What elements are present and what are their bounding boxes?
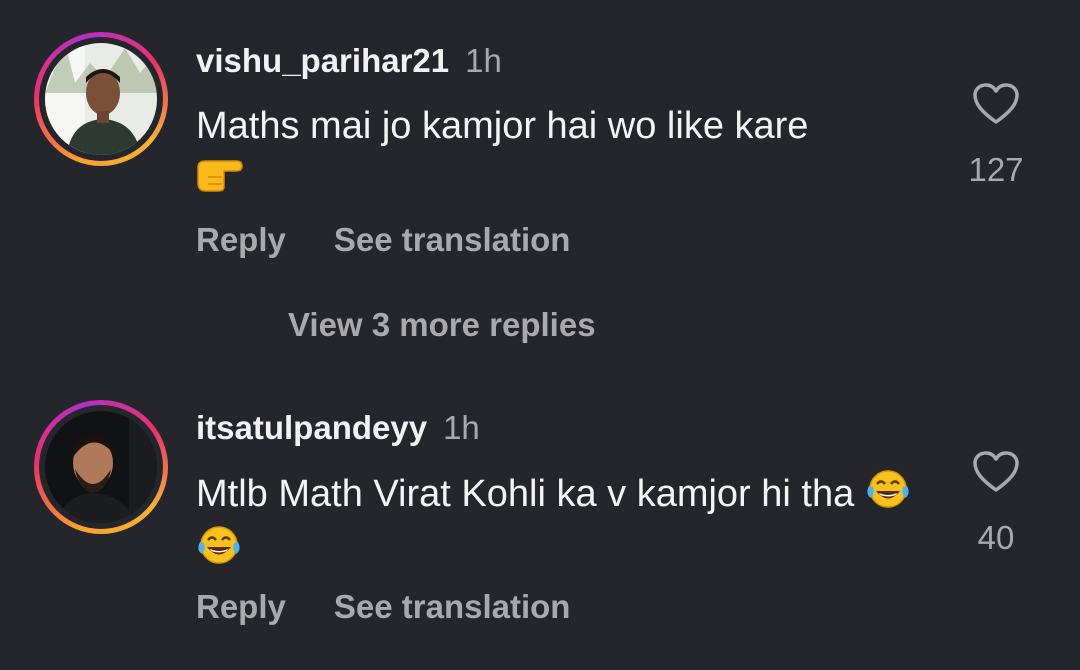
comments-screen: vishu_parihar21 1h Maths mai jo kamjor ha… [0,0,1080,670]
view-more-replies-button[interactable]: View 3 more replies [288,305,596,345]
comment-actions: Reply See translation [196,220,570,260]
like-count: 127 [968,151,1024,188]
avatar[interactable] [45,411,157,523]
comment-text: Mtlb Math Virat Kohli ka v kamjor hi tha [196,473,855,516]
see-translation-button[interactable]: See translation [334,221,571,258]
backhand-index-pointing-right-icon [196,153,244,207]
username[interactable]: vishu_parihar21 [196,42,449,79]
avatar[interactable] [45,43,157,155]
reply-button[interactable]: Reply [196,221,286,258]
face-with-tears-of-joy-icon [196,524,242,580]
username[interactable]: itsatulpandeyy [196,409,427,446]
comment-header: vishu_parihar21 1h [196,42,502,80]
comment-text: Maths mai jo kamjor hai wo like kare [196,105,809,147]
heart-icon[interactable] [956,450,1036,499]
avatar-story-ring[interactable] [34,400,168,534]
timestamp: 1h [443,409,480,446]
like-control: 40 [956,450,1036,557]
face-with-tears-of-joy-icon [865,468,911,524]
comment-header: itsatulpandeyy 1h [196,409,480,447]
avatar-story-ring[interactable] [34,32,168,166]
like-count: 40 [977,519,1015,556]
heart-icon[interactable] [956,82,1036,131]
reply-button[interactable]: Reply [196,588,286,625]
comment-item: vishu_parihar21 1h Maths mai jo kamjor ha… [0,0,1080,290]
comment-body: Mtlb Math Virat Kohli ka v kamjor hi tha [196,468,916,580]
comment-item: itsatulpandeyy 1h Mtlb Math Virat Kohli k… [0,380,1080,670]
comment-actions: Reply See translation [196,587,570,627]
see-translation-button[interactable]: See translation [334,588,571,625]
timestamp: 1h [465,42,502,79]
comment-body: Maths mai jo kamjor hai wo like kare [196,100,916,207]
like-control: 127 [956,82,1036,189]
